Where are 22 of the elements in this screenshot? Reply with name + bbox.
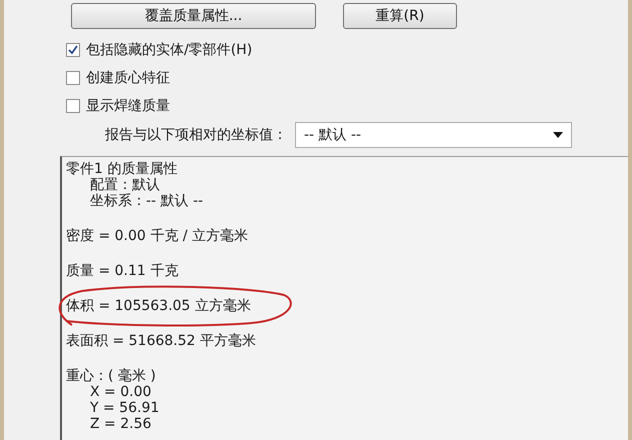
recalculate-button[interactable]: 重算(R): [343, 3, 457, 29]
checkbox-label[interactable]: 包括隐藏的实体/零部件(H): [86, 40, 252, 60]
report-line: 配置：默认: [90, 177, 160, 193]
report-line: 重心：( 毫米 ): [66, 368, 156, 384]
report-line: 坐标系：-- 默认 --: [90, 193, 204, 209]
report-line: 质量 = 0.11 千克: [66, 263, 178, 279]
checkbox[interactable]: [66, 99, 80, 113]
report-line: 体积 = 105563.05 立方毫米: [66, 298, 251, 314]
override-button[interactable]: 覆盖质量属性...: [71, 3, 316, 29]
field-label: 报告与以下项相对的坐标值：: [105, 126, 287, 144]
report-line: Y = 56.91: [90, 400, 160, 416]
dropdown-arrow-icon: [553, 132, 563, 138]
coordinate-dropdown[interactable]: -- 默认 --: [295, 122, 572, 148]
checkbox-label[interactable]: 创建质心特征: [86, 68, 170, 88]
report-line: Z = 2.56: [90, 416, 152, 432]
checkbox[interactable]: [66, 71, 80, 85]
checkbox[interactable]: [66, 43, 80, 57]
checkbox-label[interactable]: 显示焊缝质量: [86, 96, 170, 116]
report-line: X = 0.00: [90, 384, 152, 400]
report-line: 表面积 = 51668.52 平方毫米: [66, 333, 256, 349]
report-line: 密度 = 0.00 千克 / 立方毫米: [66, 228, 248, 244]
report-line: 零件1 的质量属性: [66, 161, 178, 177]
